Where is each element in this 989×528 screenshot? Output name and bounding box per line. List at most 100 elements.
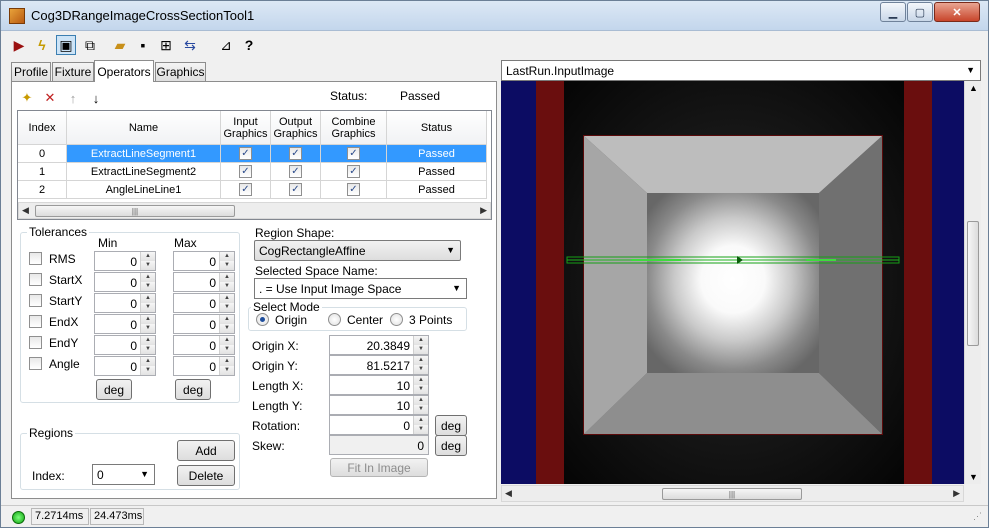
rms-checkbox[interactable] — [29, 252, 42, 265]
region-shape-select[interactable]: CogRectangleAffine ▼ — [254, 240, 461, 261]
delete-icon[interactable]: ✕ — [42, 90, 58, 106]
grid-horizontal-scrollbar[interactable]: ◀ ||| ▶ — [18, 202, 491, 219]
up-icon[interactable]: ▲ — [220, 357, 234, 366]
down-icon[interactable]: ▼ — [220, 324, 234, 333]
tab-fixture[interactable]: Fixture — [52, 62, 94, 81]
endx-max-stepper[interactable]: 0 ▲ ▼ — [173, 314, 235, 334]
down-icon[interactable]: ▼ — [414, 385, 428, 394]
up-icon[interactable]: ▲ — [414, 396, 428, 405]
angle-max-stepper[interactable]: 0 ▲ ▼ — [173, 356, 235, 376]
reset-button[interactable]: ⊞ — [156, 35, 176, 55]
row-name[interactable]: AngleLineLine1 — [67, 181, 221, 199]
scrollbar-thumb[interactable]: ||| — [35, 205, 235, 217]
down-icon[interactable]: ▼ — [141, 282, 155, 291]
combine-graphics-cell[interactable]: ✓ — [321, 163, 387, 181]
down-icon[interactable]: ▼ — [220, 282, 234, 291]
down-icon[interactable]: ▼ — [141, 303, 155, 312]
output-graphics-checkbox[interactable]: ✓ — [289, 147, 302, 160]
starty-checkbox[interactable] — [29, 294, 42, 307]
min-deg-button[interactable]: deg — [96, 379, 132, 400]
rms-max-stepper[interactable]: 0 ▲ ▼ — [173, 251, 235, 271]
input-graphics-cell[interactable]: ✓ — [221, 181, 271, 199]
image-selector[interactable]: LastRun.InputImage ▼ — [501, 60, 981, 81]
down-icon[interactable]: ▼ — [220, 261, 234, 270]
up-icon[interactable]: ▲ — [220, 315, 234, 324]
run-button[interactable]: ▶ — [9, 35, 29, 55]
rotation-stepper[interactable]: 0 ▲ ▼ — [329, 415, 429, 435]
endx-checkbox[interactable] — [29, 315, 42, 328]
combine-graphics-checkbox[interactable]: ✓ — [347, 183, 360, 196]
column-header-index[interactable]: Index — [18, 111, 67, 145]
up-icon[interactable]: ▲ — [141, 315, 155, 324]
table-row[interactable]: 1 ExtractLineSegment2 ✓ ✓ ✓ Passed — [18, 163, 491, 181]
maximize-button[interactable]: ▢ — [907, 2, 933, 22]
column-header-output-graphics[interactable]: Output Graphics — [271, 111, 321, 145]
output-graphics-cell[interactable]: ✓ — [271, 181, 321, 199]
down-icon[interactable]: ▼ — [414, 365, 428, 374]
combine-graphics-checkbox[interactable]: ✓ — [347, 147, 360, 160]
up-icon[interactable]: ▲ — [141, 294, 155, 303]
length-x-stepper[interactable]: 10 ▲ ▼ — [329, 375, 429, 395]
endy-min-stepper[interactable]: 0 ▲ ▼ — [94, 335, 156, 355]
startx-min-stepper[interactable]: 0 ▲ ▼ — [94, 272, 156, 292]
input-graphics-checkbox[interactable]: ✓ — [239, 147, 252, 160]
output-graphics-checkbox[interactable]: ✓ — [289, 183, 302, 196]
down-icon[interactable]: ▼ — [220, 345, 234, 354]
skew-deg-button[interactable]: deg — [435, 435, 467, 456]
combine-graphics-cell[interactable]: ✓ — [321, 181, 387, 199]
starty-max-stepper[interactable]: 0 ▲ ▼ — [173, 293, 235, 313]
down-icon[interactable]: ▼ — [220, 303, 234, 312]
down-icon[interactable]: ▼ — [141, 324, 155, 333]
startx-checkbox[interactable] — [29, 273, 42, 286]
tab-graphics[interactable]: Graphics — [155, 62, 206, 81]
local-graphics-button[interactable]: ⇆ — [180, 35, 200, 55]
input-graphics-checkbox[interactable]: ✓ — [239, 165, 252, 178]
scroll-left-icon[interactable]: ◀ — [505, 488, 512, 499]
table-row[interactable]: 2 AngleLineLine1 ✓ ✓ ✓ Passed — [18, 181, 491, 199]
range-image-canvas[interactable] — [501, 81, 964, 484]
fit-in-image-button[interactable]: Fit In Image — [330, 458, 428, 477]
minimize-button[interactable]: ▁ — [880, 2, 906, 22]
input-graphics-checkbox[interactable]: ✓ — [239, 183, 252, 196]
row-name[interactable]: ExtractLineSegment2 — [67, 163, 221, 181]
endy-max-stepper[interactable]: 0 ▲ ▼ — [173, 335, 235, 355]
up-icon[interactable]: ▲ — [220, 294, 234, 303]
up-icon[interactable]: ▲ — [220, 252, 234, 261]
up-icon[interactable]: ▲ — [414, 336, 428, 345]
up-icon[interactable]: ▲ — [141, 252, 155, 261]
endy-checkbox[interactable] — [29, 336, 42, 349]
scroll-right-icon[interactable]: ▶ — [480, 205, 487, 216]
origin-y-stepper[interactable]: 81.5217 ▲ ▼ — [329, 355, 429, 375]
edit-mode-button[interactable]: ⊿ — [216, 35, 236, 55]
open-button[interactable]: ▰ — [110, 35, 130, 55]
image-display[interactable]: ▲ ▼ ◀ ||| ▶ — [501, 81, 981, 502]
origin-x-stepper[interactable]: 20.3849 ▲ ▼ — [329, 335, 429, 355]
combine-graphics-checkbox[interactable]: ✓ — [347, 165, 360, 178]
title-bar[interactable]: Cog3DRangeImageCrossSectionTool1 ▁ ▢ ✕ — [1, 1, 988, 31]
up-icon[interactable]: ▲ — [141, 273, 155, 282]
up-icon[interactable]: ▲ — [141, 336, 155, 345]
resize-grip-icon[interactable]: ⋰ — [973, 511, 982, 522]
input-graphics-cell[interactable]: ✓ — [221, 163, 271, 181]
column-header-name[interactable]: Name — [67, 111, 221, 145]
angle-checkbox[interactable] — [29, 357, 42, 370]
max-deg-button[interactable]: deg — [175, 379, 211, 400]
tab-profile[interactable]: Profile — [11, 62, 51, 81]
show-display-button[interactable]: ▣ — [56, 35, 76, 55]
combine-graphics-cell[interactable]: ✓ — [321, 145, 387, 163]
down-icon[interactable]: ▼ — [141, 261, 155, 270]
save-button[interactable]: ▪ — [133, 35, 153, 55]
down-icon[interactable]: ▼ — [414, 345, 428, 354]
move-down-icon[interactable]: ↓ — [88, 90, 104, 106]
close-button[interactable]: ✕ — [934, 2, 980, 22]
down-icon[interactable]: ▼ — [414, 425, 428, 434]
electric-run-button[interactable]: ϟ — [32, 35, 52, 55]
input-graphics-cell[interactable]: ✓ — [221, 145, 271, 163]
up-icon[interactable]: ▲ — [414, 416, 428, 425]
selected-space-select[interactable]: . = Use Input Image Space ▼ — [254, 278, 467, 299]
center-radio[interactable] — [328, 313, 341, 326]
up-icon[interactable]: ▲ — [141, 357, 155, 366]
move-up-icon[interactable]: ↑ — [65, 90, 81, 106]
image-horizontal-scrollbar[interactable]: ◀ ||| ▶ — [501, 485, 964, 502]
three-points-radio[interactable] — [390, 313, 403, 326]
